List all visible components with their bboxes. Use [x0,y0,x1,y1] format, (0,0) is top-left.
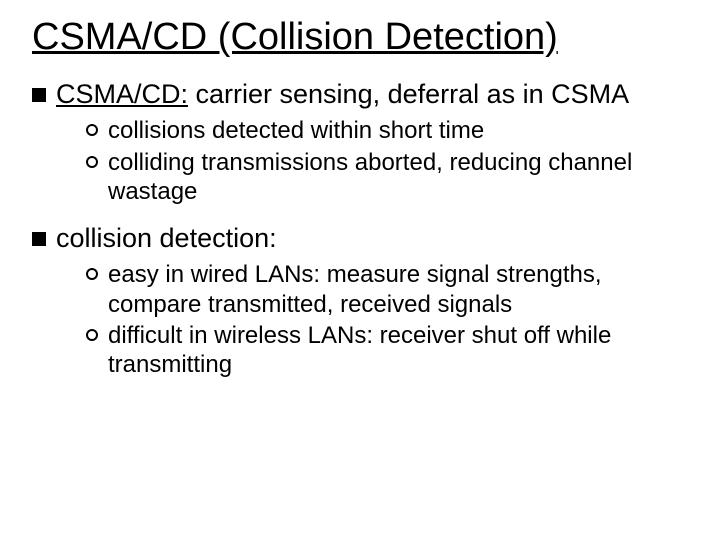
circle-bullet-icon [86,156,98,168]
bullet-lead-2: collision detection: [32,222,688,254]
square-bullet-icon [32,88,46,102]
sub-list-1: collisions detected within short time co… [86,116,688,206]
sub-text: colliding transmissions aborted, reducin… [108,148,688,207]
sub-item: easy in wired LANs: measure signal stren… [86,260,688,319]
sub-text: easy in wired LANs: measure signal stren… [108,260,688,319]
circle-bullet-icon [86,329,98,341]
sub-item: difficult in wireless LANs: receiver shu… [86,321,688,380]
sub-text: difficult in wireless LANs: receiver shu… [108,321,688,380]
circle-bullet-icon [86,124,98,136]
slide: CSMA/CD (Collision Detection) CSMA/CD: c… [0,0,720,540]
sub-item: colliding transmissions aborted, reducin… [86,148,688,207]
circle-bullet-icon [86,268,98,280]
lead-1-highlight: CSMA/CD: [56,79,188,109]
lead-text-2: collision detection: [56,222,277,254]
lead-text-1: CSMA/CD: carrier sensing, deferral as in… [56,78,629,110]
bullet-lead-1: CSMA/CD: carrier sensing, deferral as in… [32,78,688,110]
lead-1-rest: carrier sensing, deferral as in CSMA [188,79,629,109]
square-bullet-icon [32,232,46,246]
sub-text: collisions detected within short time [108,116,484,145]
sub-list-2: easy in wired LANs: measure signal stren… [86,260,688,379]
sub-item: collisions detected within short time [86,116,688,145]
slide-title: CSMA/CD (Collision Detection) [32,18,688,58]
